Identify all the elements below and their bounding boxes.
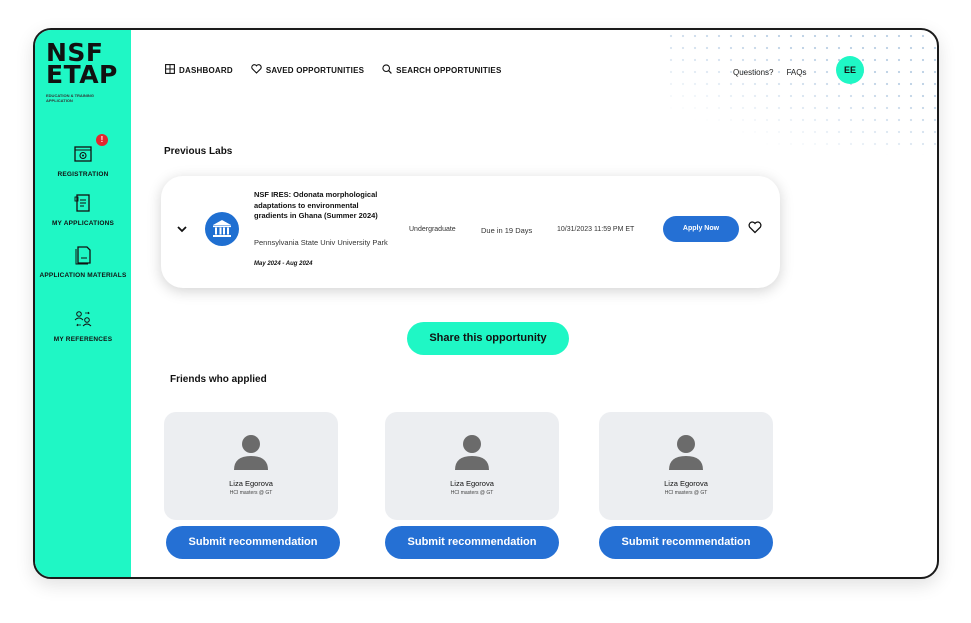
nav-search-label: SEARCH OPPORTUNITIES: [396, 65, 502, 75]
faqs-link[interactable]: FAQs: [786, 68, 806, 77]
sidebar-item-label: REGISTRATION: [57, 171, 109, 178]
questions-link[interactable]: Questions?: [733, 68, 773, 77]
submit-recommendation-button[interactable]: Submit recommendation: [385, 526, 559, 559]
friend-subtitle: HCI masters @ GT: [450, 490, 494, 496]
avatar-icon: [455, 434, 489, 470]
lab-level: Undergraduate: [409, 226, 456, 233]
friend-card: Liza Egorova HCI masters @ GT: [385, 412, 559, 520]
friends-title: Friends who applied: [170, 374, 267, 385]
header-links: Questions? FAQs: [733, 68, 806, 77]
avatar-icon: [234, 434, 268, 470]
lab-title[interactable]: NSF IRES: Odonata morphological adaptati…: [254, 190, 394, 222]
heart-icon: [251, 64, 262, 76]
previous-labs-title: Previous Labs: [164, 146, 233, 157]
friend-card: Liza Egorova HCI masters @ GT: [164, 412, 338, 520]
references-icon: [73, 309, 93, 329]
alert-badge: !: [96, 134, 108, 146]
sidebar-item-application-materials[interactable]: APPLICATION MATERIALS: [35, 245, 131, 280]
lab-due: Due in 19 Days: [481, 226, 533, 235]
sidebar-item-my-applications[interactable]: MY APPLICATIONS: [35, 193, 131, 228]
materials-icon: [73, 245, 93, 265]
lab-deadline: 10/31/2023 11:59 PM ET: [557, 226, 635, 233]
sidebar-item-label: APPLICATION MATERIALS: [39, 272, 127, 279]
applications-icon: [73, 193, 93, 213]
app-window: NSF ETAP EDUCATION & TRAINING APPLICATIO…: [33, 28, 939, 579]
sidebar: NSF ETAP EDUCATION & TRAINING APPLICATIO…: [35, 30, 131, 577]
nav-saved-opportunities[interactable]: SAVED OPPORTUNITIES: [251, 64, 364, 76]
friend-name: Liza Egorova: [229, 479, 273, 488]
sidebar-item-my-references[interactable]: MY REFERENCES: [35, 309, 131, 344]
nav-saved-label: SAVED OPPORTUNITIES: [265, 65, 365, 75]
lab-dates: May 2024 - Aug 2024: [254, 261, 313, 267]
institution-icon: [205, 212, 239, 246]
save-heart-icon[interactable]: [748, 221, 762, 235]
registration-icon: !: [73, 134, 108, 164]
sidebar-item-registration[interactable]: ! REGISTRATION: [35, 134, 131, 179]
top-navigation: DASHBOARD SAVED OPPORTUNITIES SEARCH OPP…: [165, 64, 502, 76]
user-avatar[interactable]: EE: [836, 56, 864, 84]
apply-now-button[interactable]: Apply Now: [663, 216, 739, 242]
nav-dashboard[interactable]: DASHBOARD: [165, 64, 233, 76]
avatar-icon: [669, 434, 703, 470]
share-opportunity-button[interactable]: Share this opportunity: [407, 322, 569, 355]
dashboard-icon: [165, 64, 175, 76]
chevron-down-icon[interactable]: [175, 222, 189, 236]
friend-subtitle: HCI masters @ GT: [229, 490, 273, 496]
logo[interactable]: NSF ETAP: [46, 40, 118, 87]
lab-card: NSF IRES: Odonata morphological adaptati…: [161, 176, 780, 288]
nav-dashboard-label: DASHBOARD: [179, 65, 233, 75]
decorative-dot-pattern: [665, 30, 937, 155]
submit-recommendation-button[interactable]: Submit recommendation: [599, 526, 773, 559]
search-icon: [382, 64, 392, 76]
friend-name: Liza Egorova: [664, 479, 708, 488]
friend-subtitle: HCI masters @ GT: [664, 490, 708, 496]
nav-search-opportunities[interactable]: SEARCH OPPORTUNITIES: [382, 64, 501, 76]
sidebar-item-label: MY APPLICATIONS: [51, 220, 115, 227]
lab-university: Pennsylvania State Univ University Park: [254, 238, 388, 247]
logo-subtitle: EDUCATION & TRAINING APPLICATION: [46, 93, 94, 103]
sidebar-item-label: MY REFERENCES: [53, 336, 113, 343]
friend-card: Liza Egorova HCI masters @ GT: [599, 412, 773, 520]
friend-name: Liza Egorova: [450, 479, 494, 488]
submit-recommendation-button[interactable]: Submit recommendation: [166, 526, 340, 559]
